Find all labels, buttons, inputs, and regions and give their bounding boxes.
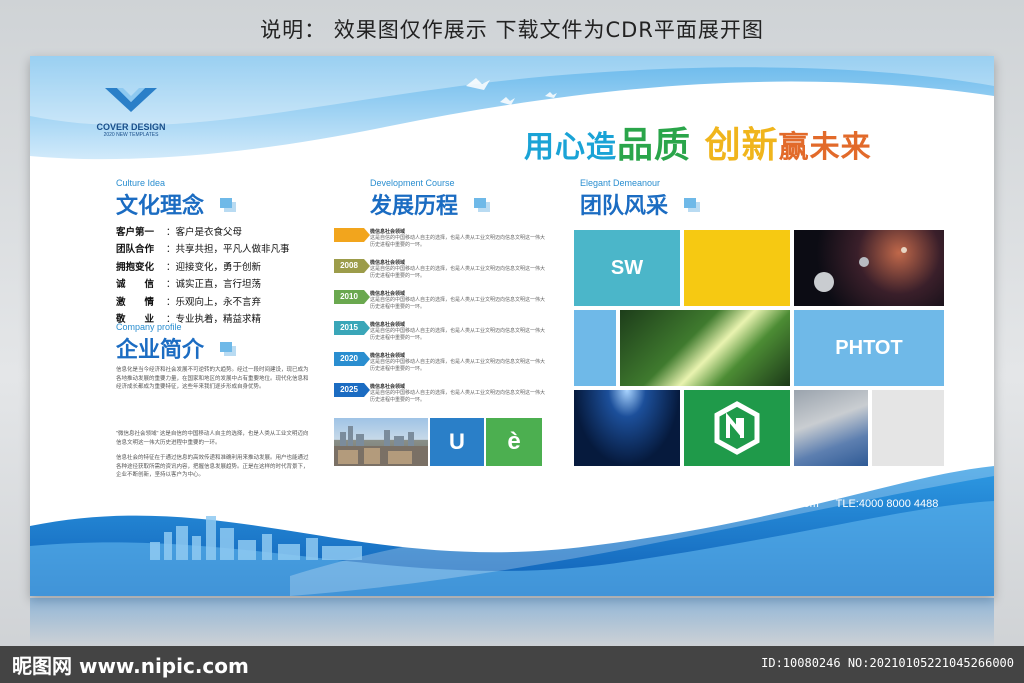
culture-row: 客户第一 ：客户是衣食父母 [116,222,316,240]
heading-decoration [474,198,486,208]
timeline-year-tag: 2008 [334,259,370,273]
logo: COVER DESIGN 2020 NEW TEMPLATES [86,84,176,138]
timeline-year: 2010 [340,292,358,301]
culture-heading: 文化理念 [116,194,205,219]
slogan-part-2: 品质 [617,125,692,166]
timeline-title: 微信息社会领域 [370,260,406,266]
culture-row: 团队合作 ：共享共担，平凡人做非凡事 [116,240,316,258]
company-paragraph-1: 信息化是当今经济和社会发展不可逆转的大趋势。经过一段时间建设，现已成为各地推动发… [116,367,309,390]
heading-decoration [220,198,232,208]
timeline-year-tag [334,228,370,242]
company-paragraph-3: 信息社会的特征在于通过信息的高效传递和准确利用来推动发展。用户也能通过各种途径获… [116,455,309,478]
timeline-desc: 这是自信的中国移动人自主的选择，也是人类从工业文明迈向信息文明这一伟大历史进程中… [370,328,546,341]
logo-name: COVER DESIGN [96,122,166,132]
timeline-year: 2020 [340,354,358,363]
timeline-item: 2015 微信息社会领域 这是自信的中国移动人自主的选择，也是人类从工业文明迈向… [334,321,546,349]
logo-mark-icon [105,88,157,112]
tile-yellow [684,230,790,306]
timeline-year: 2008 [340,261,358,270]
timeline-title: 微信息社会领域 [370,353,406,359]
tile-e: è [486,418,542,466]
timeline-item: 2008 微信息社会领域 这是自信的中国移动人自主的选择，也是人类从工业文明迈向… [334,259,546,287]
logo-subtitle: 2020 NEW TEMPLATES [103,132,159,138]
culture-heading-en: Culture Idea [116,178,166,188]
space-photo-planets [814,247,907,292]
tile-u-text: U [449,429,465,454]
culture-row: 拥抱变化 ：迎接变化，勇于创新 [116,257,316,275]
culture-key: 激 情 [116,296,155,308]
timeline-year-tag: 2020 [334,352,370,366]
space-photo [794,230,944,306]
forest-photo [620,310,790,386]
heading-decoration [220,342,232,352]
board-reflection [30,598,994,648]
hexagon-logo-icon [714,401,760,455]
culture-key: 客户第一 [116,226,155,238]
development-heading: 发展历程 [370,194,459,219]
culture-row: 诚 信 ：诚实正直，言行坦荡 [116,275,316,293]
timeline-desc: 这是自信的中国移动人自主的选择，也是人类从工业文明迈向信息文明这一伟大历史进程中… [370,390,546,403]
team-heading-en: Elegant Demeanour [580,178,661,188]
slogan-part-3: 创新 [704,125,779,166]
tile-e-text: è [507,428,521,455]
slogan-part-1: 用心造 [524,130,617,165]
watermark-left: 昵图网 www.nipic.com [12,654,249,678]
tile-sw-text: SW [610,256,644,279]
city-photo-buildings [334,426,428,466]
caption: 说明： 效果图仅作展示 下载文件为CDR平面展开图 [260,18,764,42]
timeline-title: 微信息社会领域 [370,322,406,328]
timeline-title: 微信息社会领域 [370,291,406,297]
culture-row: 激 情 ：乐观向上，永不言弃 [116,292,316,310]
watermark-right: ID:10080246 NO:20210105221045266000 [761,656,1014,670]
timeline-item: 2025 微信息社会领域 这是自信的中国移动人自主的选择，也是人类从工业文明迈向… [334,383,546,411]
display-board: COVER DESIGN 2020 NEW TEMPLATES 用心造品质 创新… [30,56,994,596]
contact-website: www.nipic.com [746,498,819,510]
timeline-year: 2015 [340,323,358,332]
culture-key: 拥抱变化 [116,261,155,273]
culture-list: 客户第一 ：客户是衣食父母 团队合作 ：共享共担，平凡人做非凡事 拥抱变化 ：迎接变化… [116,222,316,327]
timeline-desc: 这是自信的中国移动人自主的选择，也是人类从工业文明迈向信息文明这一伟大历史进程中… [370,266,546,279]
tile-lightblue-small [574,310,616,386]
culture-value: ：迎接变化，勇于创新 [166,261,262,273]
timeline-desc: 这是自信的中国移动人自主的选择，也是人类从工业文明迈向信息文明这一伟大历史进程中… [370,359,546,372]
company-heading-en: Company profile [116,322,182,332]
person-photo [794,390,868,466]
team-heading: 团队风采 [580,194,669,219]
timeline-year-tag: 2010 [334,290,370,304]
tile-u: U [430,418,484,466]
timeline-year-tag: 2015 [334,321,370,335]
culture-value: ：乐观向上，永不言弃 [166,296,262,308]
company-paragraph-2: "微信息社会领域" 这是自信的中国移动人自主的选择，也是人类从工业文明迈向信息文… [116,431,309,446]
culture-key: 团队合作 [116,244,155,256]
culture-value: ：诚实正直，言行坦荡 [166,279,262,291]
timeline-title: 微信息社会领域 [370,229,406,235]
timeline-year-tag: 2025 [334,383,370,397]
timeline-item: 2020 微信息社会领域 这是自信的中国移动人自主的选择，也是人类从工业文明迈向… [334,352,546,380]
culture-value: ：共享共担，平凡人做非凡事 [166,244,290,256]
development-heading-en: Development Course [370,178,455,188]
tile-photo-text: PHTOT [835,336,903,359]
slogan-part-4: 赢未来 [778,130,872,165]
tile-gray [872,390,944,466]
timeline-desc: 这是自信的中国移动人自主的选择，也是人类从工业文明迈向信息文明这一伟大历史进程中… [370,297,546,310]
timeline-title: 微信息社会领域 [370,384,406,390]
contact-info: www.nipic.com TLE:4000 8000 4488 [746,498,952,510]
timeline-item: 2010 微信息社会领域 这是自信的中国移动人自主的选择，也是人类从工业文明迈向… [334,290,546,318]
timeline-desc: 这是自信的中国移动人自主的选择，也是人类从工业文明迈向信息文明这一伟大历史进程中… [370,235,546,248]
heading-decoration [684,198,696,208]
contact-phone: TLE:4000 8000 4488 [835,498,939,510]
culture-value: ：客户是衣食父母 [166,226,243,238]
slogan: 用心造品质 创新赢未来 [524,116,872,168]
timeline-item: 微信息社会领域 这是自信的中国移动人自主的选择，也是人类从工业文明迈向信息文明这… [334,228,546,256]
city-photo [334,418,428,466]
earth-photo [574,390,680,466]
company-heading: 企业简介 [116,338,205,363]
tile-photo: PHTOT [794,310,944,386]
timeline-year: 2025 [340,385,358,394]
tile-sw: SW [574,230,680,306]
tile-green-logo [684,390,790,466]
culture-key: 诚 信 [116,279,155,291]
